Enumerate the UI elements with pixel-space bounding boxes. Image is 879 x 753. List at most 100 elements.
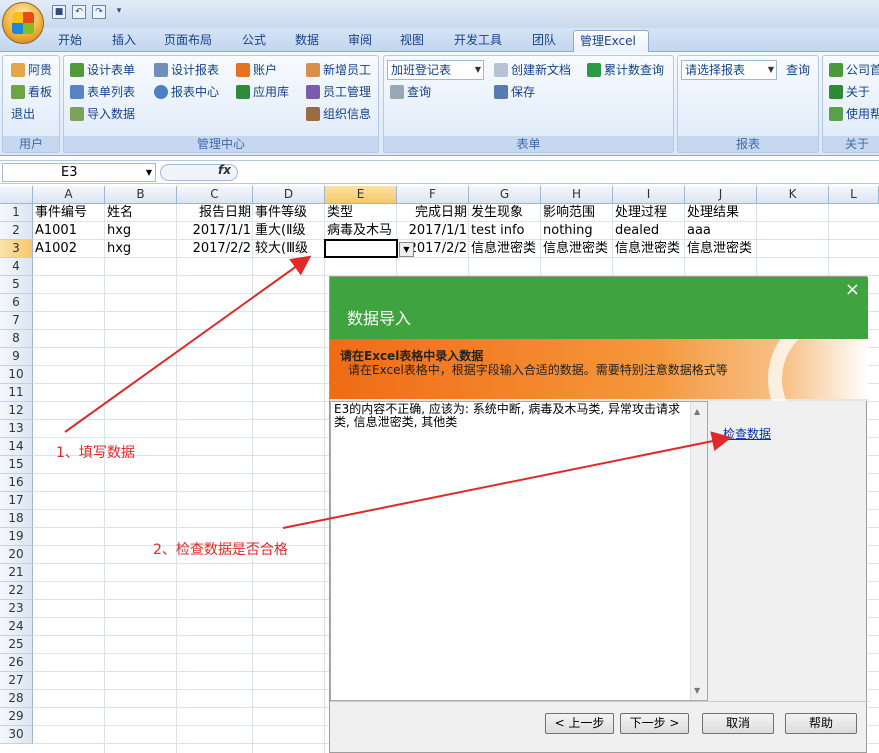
row-header-2[interactable]: 2 — [0, 222, 33, 240]
help-usage-button[interactable]: 使用帮 — [829, 104, 879, 124]
fx-icon[interactable]: fx — [218, 163, 231, 177]
prev-button[interactable]: < 上一步 — [545, 713, 614, 734]
account-button[interactable]: 账户 — [236, 60, 277, 80]
row-header-27[interactable]: 27 — [0, 672, 33, 690]
cell-f1[interactable]: 完成日期 — [397, 204, 469, 222]
row-header-4[interactable]: 4 — [0, 258, 33, 276]
row-header-15[interactable]: 15 — [0, 456, 33, 474]
cell-d2[interactable]: 重大(Ⅱ级 — [253, 222, 325, 240]
cell-e1[interactable]: 类型 — [325, 204, 397, 222]
name-box[interactable]: E3 ▼ — [2, 163, 156, 182]
cell-c3[interactable]: 2017/2/2 — [177, 240, 253, 258]
undo-icon[interactable]: ↶ — [72, 5, 86, 19]
column-header-i[interactable]: I — [613, 186, 685, 204]
cell-j3[interactable]: 信息泄密类 — [685, 240, 797, 258]
redo-icon[interactable]: ↷ — [92, 5, 106, 19]
cell-d3[interactable]: 较大(Ⅲ级 — [253, 240, 325, 258]
column-header-k[interactable]: K — [757, 186, 829, 204]
scroll-down-icon[interactable]: ▼ — [694, 684, 700, 697]
row-header-1[interactable]: 1 — [0, 204, 33, 222]
row-header-6[interactable]: 6 — [0, 294, 33, 312]
tab-home[interactable]: 开始 — [52, 30, 88, 52]
row-header-14[interactable]: 14 — [0, 438, 33, 456]
tab-review[interactable]: 审阅 — [342, 30, 378, 52]
row-header-18[interactable]: 18 — [0, 510, 33, 528]
cancel-button[interactable]: 取消 — [702, 713, 774, 734]
column-header-j[interactable]: J — [685, 186, 757, 204]
tab-insert[interactable]: 插入 — [106, 30, 142, 52]
row-header-24[interactable]: 24 — [0, 618, 33, 636]
column-header-g[interactable]: G — [469, 186, 541, 204]
row-header-22[interactable]: 22 — [0, 582, 33, 600]
cell-h3[interactable]: 信息泄密类 — [541, 240, 613, 258]
column-header-l[interactable]: L — [829, 186, 879, 204]
row-header-16[interactable]: 16 — [0, 474, 33, 492]
cell-b3[interactable]: hxg — [105, 240, 177, 258]
row-header-11[interactable]: 11 — [0, 384, 33, 402]
row-header-29[interactable]: 29 — [0, 708, 33, 726]
report-query-button[interactable]: 查询 — [786, 60, 810, 80]
column-header-d[interactable]: D — [253, 186, 325, 204]
row-header-30[interactable]: 30 — [0, 726, 33, 744]
design-report-button[interactable]: 设计报表 — [154, 60, 219, 80]
customize-icon[interactable]: ▾ — [112, 5, 126, 19]
row-header-17[interactable]: 17 — [0, 492, 33, 510]
cell-j1[interactable]: 处理结果 — [685, 204, 797, 222]
cell-i2[interactable]: dealed — [613, 222, 685, 240]
cell-h2[interactable]: nothing — [541, 222, 613, 240]
row-header-12[interactable]: 12 — [0, 402, 33, 420]
cell-c2[interactable]: 2017/1/1 — [177, 222, 253, 240]
row-header-25[interactable]: 25 — [0, 636, 33, 654]
cumulative-query-button[interactable]: 累计数查询 — [587, 60, 664, 80]
tab-manage-excel[interactable]: 管理Excel — [573, 30, 649, 52]
cell-j2[interactable]: aaa — [685, 222, 797, 240]
active-cell-e3[interactable]: ▼ — [324, 239, 414, 258]
cell-b1[interactable]: 姓名 — [105, 204, 177, 222]
import-data-button[interactable]: 导入数据 — [70, 104, 135, 124]
cell-a1[interactable]: 事件编号 — [33, 204, 105, 222]
design-form-button[interactable]: 设计表单 — [70, 60, 135, 80]
office-button[interactable] — [2, 2, 44, 44]
row-header-3[interactable]: 3 — [0, 240, 33, 258]
cell-c1[interactable]: 报告日期 — [177, 204, 253, 222]
form-list-button[interactable]: 表单列表 — [70, 82, 135, 102]
cell-dropdown-icon[interactable]: ▼ — [399, 242, 414, 257]
company-home-button[interactable]: 公司首 — [829, 60, 879, 80]
close-icon[interactable]: × — [845, 279, 860, 300]
cell-b2[interactable]: hxg — [105, 222, 177, 240]
tab-page-layout[interactable]: 页面布局 — [158, 30, 218, 52]
column-header-b[interactable]: B — [105, 186, 177, 204]
form-save-button[interactable]: 保存 — [494, 82, 535, 102]
row-header-10[interactable]: 10 — [0, 366, 33, 384]
row-header-21[interactable]: 21 — [0, 564, 33, 582]
tab-team[interactable]: 团队 — [526, 30, 562, 52]
row-header-8[interactable]: 8 — [0, 330, 33, 348]
row-header-20[interactable]: 20 — [0, 546, 33, 564]
create-doc-button[interactable]: 创建新文档 — [494, 60, 571, 80]
logout-button[interactable]: 退出 — [11, 104, 35, 124]
add-employee-button[interactable]: 新增员工 — [306, 60, 371, 80]
cell-i1[interactable]: 处理过程 — [613, 204, 685, 222]
row-header-13[interactable]: 13 — [0, 420, 33, 438]
tab-data[interactable]: 数据 — [289, 30, 325, 52]
help-button[interactable]: 帮助 — [785, 713, 857, 734]
column-header-c[interactable]: C — [177, 186, 253, 204]
tab-developer[interactable]: 开发工具 — [448, 30, 508, 52]
validation-message-box[interactable]: E3的内容不正确, 应该为: 系统中断, 病毒及木马类, 异常攻击请求类, 信息… — [330, 401, 708, 701]
org-info-button[interactable]: 组织信息 — [306, 104, 371, 124]
row-header-5[interactable]: 5 — [0, 276, 33, 294]
row-header-26[interactable]: 26 — [0, 654, 33, 672]
scroll-up-icon[interactable]: ▲ — [694, 405, 700, 418]
column-header-e[interactable]: E — [325, 186, 397, 204]
cell-f2[interactable]: 2017/1/1 — [397, 222, 469, 240]
message-scrollbar[interactable]: ▲ ▼ — [690, 402, 707, 700]
report-center-button[interactable]: 报表中心 — [154, 82, 219, 102]
row-header-19[interactable]: 19 — [0, 528, 33, 546]
next-button[interactable]: 下一步 > — [620, 713, 689, 734]
cell-a3[interactable]: A1002 — [33, 240, 105, 258]
check-data-link[interactable]: 检查数据 — [723, 425, 771, 442]
column-header-f[interactable]: F — [397, 186, 469, 204]
tab-formulas[interactable]: 公式 — [236, 30, 272, 52]
cell-d1[interactable]: 事件等级 — [253, 204, 325, 222]
column-header-h[interactable]: H — [541, 186, 613, 204]
